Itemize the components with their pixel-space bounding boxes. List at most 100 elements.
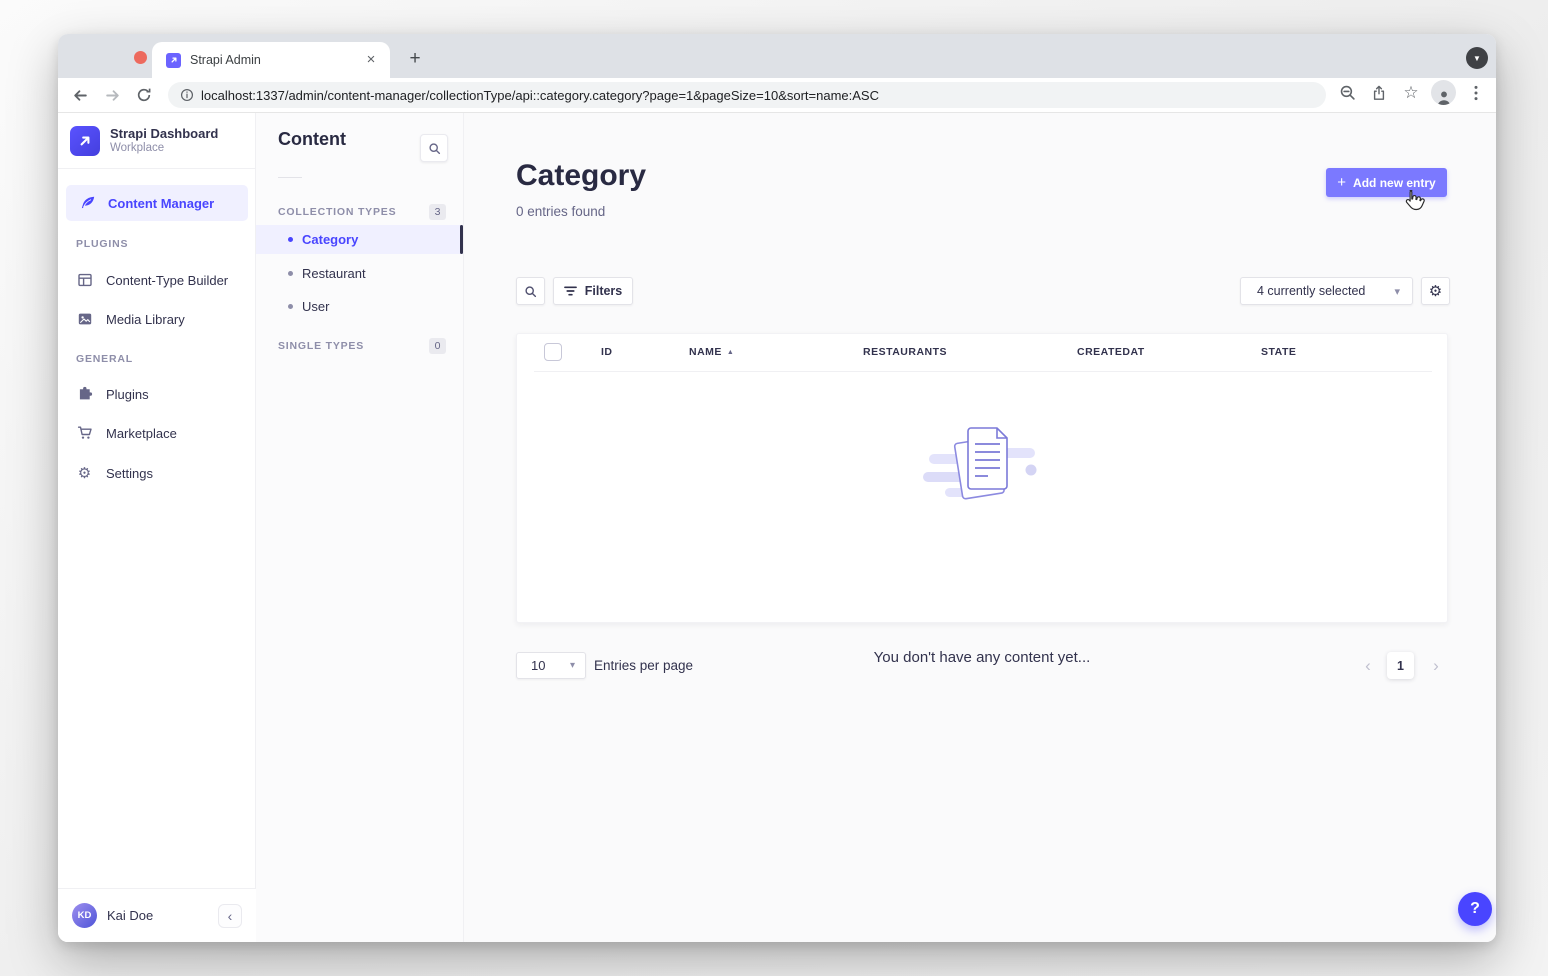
brand-subtitle: Workplace <box>110 141 218 155</box>
column-header-id[interactable]: ID <box>601 346 613 358</box>
page-title: Category <box>516 159 646 193</box>
fields-selected-dropdown[interactable]: 4 currently selected ▾ <box>1240 277 1413 305</box>
sidebar-item-settings[interactable]: ⚙ Settings <box>58 454 256 492</box>
plus-icon: + <box>1337 176 1346 190</box>
filters-label: Filters <box>585 284 623 298</box>
collection-type-label: User <box>302 299 329 314</box>
new-tab-button[interactable]: + <box>402 46 428 72</box>
brand-title: Strapi Dashboard <box>110 126 218 141</box>
filter-icon <box>564 285 577 297</box>
filters-button[interactable]: Filters <box>553 277 633 305</box>
chevron-down-icon: ▾ <box>1394 285 1400 298</box>
previous-page-icon[interactable]: ‹ <box>1358 652 1378 679</box>
select-all-checkbox[interactable] <box>544 343 562 361</box>
url-bar[interactable]: localhost:1337/admin/content-manager/col… <box>168 82 1326 108</box>
share-icon[interactable] <box>1367 81 1391 105</box>
bullet-icon <box>288 271 293 276</box>
url-text: localhost:1337/admin/content-manager/col… <box>201 88 879 103</box>
collection-type-category[interactable]: Category <box>256 225 463 254</box>
tab-close-icon[interactable]: × <box>362 51 380 69</box>
collection-type-restaurant[interactable]: Restaurant <box>256 259 463 288</box>
back-icon[interactable] <box>68 83 92 107</box>
gear-icon: ⚙ <box>76 465 93 482</box>
column-header-name[interactable]: NAME ▲ <box>689 346 734 358</box>
browser-window: Strapi Admin × + ▼ localhost:1337/admin/… <box>58 34 1496 942</box>
panel-search-button[interactable] <box>420 134 448 162</box>
single-types-label: SINGLE TYPES <box>278 340 364 352</box>
brand-header[interactable]: Strapi Dashboard Workplace <box>58 113 255 169</box>
single-types-count-badge: 0 <box>429 338 446 354</box>
browser-tab[interactable]: Strapi Admin × <box>152 42 390 78</box>
tab-title: Strapi Admin <box>190 53 362 67</box>
add-new-entry-button[interactable]: + Add new entry <box>1326 168 1447 197</box>
page-size-select[interactable]: 10 ▾ <box>516 652 586 679</box>
browser-menu-icon[interactable] <box>1464 81 1488 105</box>
current-page-button[interactable]: 1 <box>1387 652 1414 679</box>
column-header-createdat[interactable]: CREATEDAT <box>1077 346 1145 358</box>
sidebar-section-general: GENERAL <box>76 353 236 369</box>
sidebar-item-content-type-builder[interactable]: Content-Type Builder <box>58 261 256 299</box>
sidebar-item-media-library[interactable]: Media Library <box>58 300 256 338</box>
page-size-value: 10 <box>531 658 570 673</box>
sidebar-item-marketplace[interactable]: Marketplace <box>58 414 256 452</box>
strapi-logo-icon <box>70 126 100 156</box>
collection-types-label: COLLECTION TYPES <box>278 206 396 218</box>
collection-type-user[interactable]: User <box>256 292 463 321</box>
column-header-restaurants[interactable]: RESTAURANTS <box>863 346 947 358</box>
image-icon <box>76 311 93 328</box>
pen-icon <box>80 195 96 211</box>
entries-table: ID NAME ▲ RESTAURANTS CREATEDAT STATE <box>516 333 1448 623</box>
panel-title: Content <box>278 129 346 150</box>
column-header-name-label: NAME <box>689 346 722 358</box>
chevron-down-icon: ▾ <box>570 660 575 671</box>
main-content: Category 0 entries found + Add new entry… <box>464 113 1496 942</box>
sidebar-item-label: Media Library <box>106 312 185 327</box>
browser-profile-avatar[interactable] <box>1431 80 1456 105</box>
browser-extension-icon[interactable]: ▼ <box>1466 47 1488 69</box>
sort-asc-icon: ▲ <box>727 349 734 356</box>
strapi-admin-app: Strapi Dashboard Workplace Content Manag… <box>58 112 1496 942</box>
user-name: Kai Doe <box>107 908 218 923</box>
help-button[interactable]: ? <box>1458 892 1492 926</box>
forward-icon[interactable] <box>100 83 124 107</box>
panel-scrollbar-thumb[interactable] <box>460 225 463 254</box>
column-header-state[interactable]: STATE <box>1261 346 1296 358</box>
sidebar-item-label: Marketplace <box>106 426 177 441</box>
sidebar-item-content-manager[interactable]: Content Manager <box>66 185 248 221</box>
info-icon[interactable] <box>180 88 194 102</box>
table-settings-button[interactable]: ⚙ <box>1421 277 1450 305</box>
sidebar-item-label: Plugins <box>106 387 149 402</box>
sidebar-item-label: Content-Type Builder <box>106 273 228 288</box>
entries-per-page-label: Entries per page <box>594 658 693 673</box>
browser-tab-strip: Strapi Admin × + ▼ <box>58 34 1496 78</box>
single-types-header: SINGLE TYPES 0 <box>278 337 446 355</box>
toolbar-actions: ☆ <box>1335 80 1488 105</box>
panel-divider <box>278 177 302 178</box>
layout-grid-icon <box>76 272 93 289</box>
strapi-favicon <box>166 53 181 68</box>
sidebar-user-footer: KD Kai Doe ‹ <box>58 888 256 942</box>
user-avatar[interactable]: KD <box>72 903 97 928</box>
collapse-sidebar-button[interactable]: ‹ <box>218 904 242 928</box>
bullet-icon <box>288 237 293 242</box>
window-close-button[interactable] <box>134 51 147 64</box>
table-search-button[interactable] <box>516 277 545 305</box>
collection-types-header: COLLECTION TYPES 3 <box>278 203 446 221</box>
entries-found-text: 0 entries found <box>516 204 605 219</box>
zoom-out-icon[interactable] <box>1335 81 1359 105</box>
add-new-entry-label: Add new entry <box>1353 176 1436 190</box>
bookmark-star-icon[interactable]: ☆ <box>1399 81 1423 105</box>
cart-icon <box>76 425 93 442</box>
sidebar-item-label: Settings <box>106 466 153 481</box>
next-page-icon[interactable]: › <box>1426 652 1446 679</box>
sidebar-item-label: Content Manager <box>108 196 214 211</box>
main-sidebar: Strapi Dashboard Workplace Content Manag… <box>58 113 256 942</box>
fields-selected-label: 4 currently selected <box>1257 284 1394 298</box>
table-header-divider <box>534 371 1432 372</box>
reload-icon[interactable] <box>132 83 156 107</box>
puzzle-icon <box>76 386 93 403</box>
collection-types-count-badge: 3 <box>429 204 446 220</box>
sidebar-item-plugins[interactable]: Plugins <box>58 375 256 413</box>
collection-type-label: Category <box>302 232 358 247</box>
sidebar-section-plugins: PLUGINS <box>76 238 236 254</box>
